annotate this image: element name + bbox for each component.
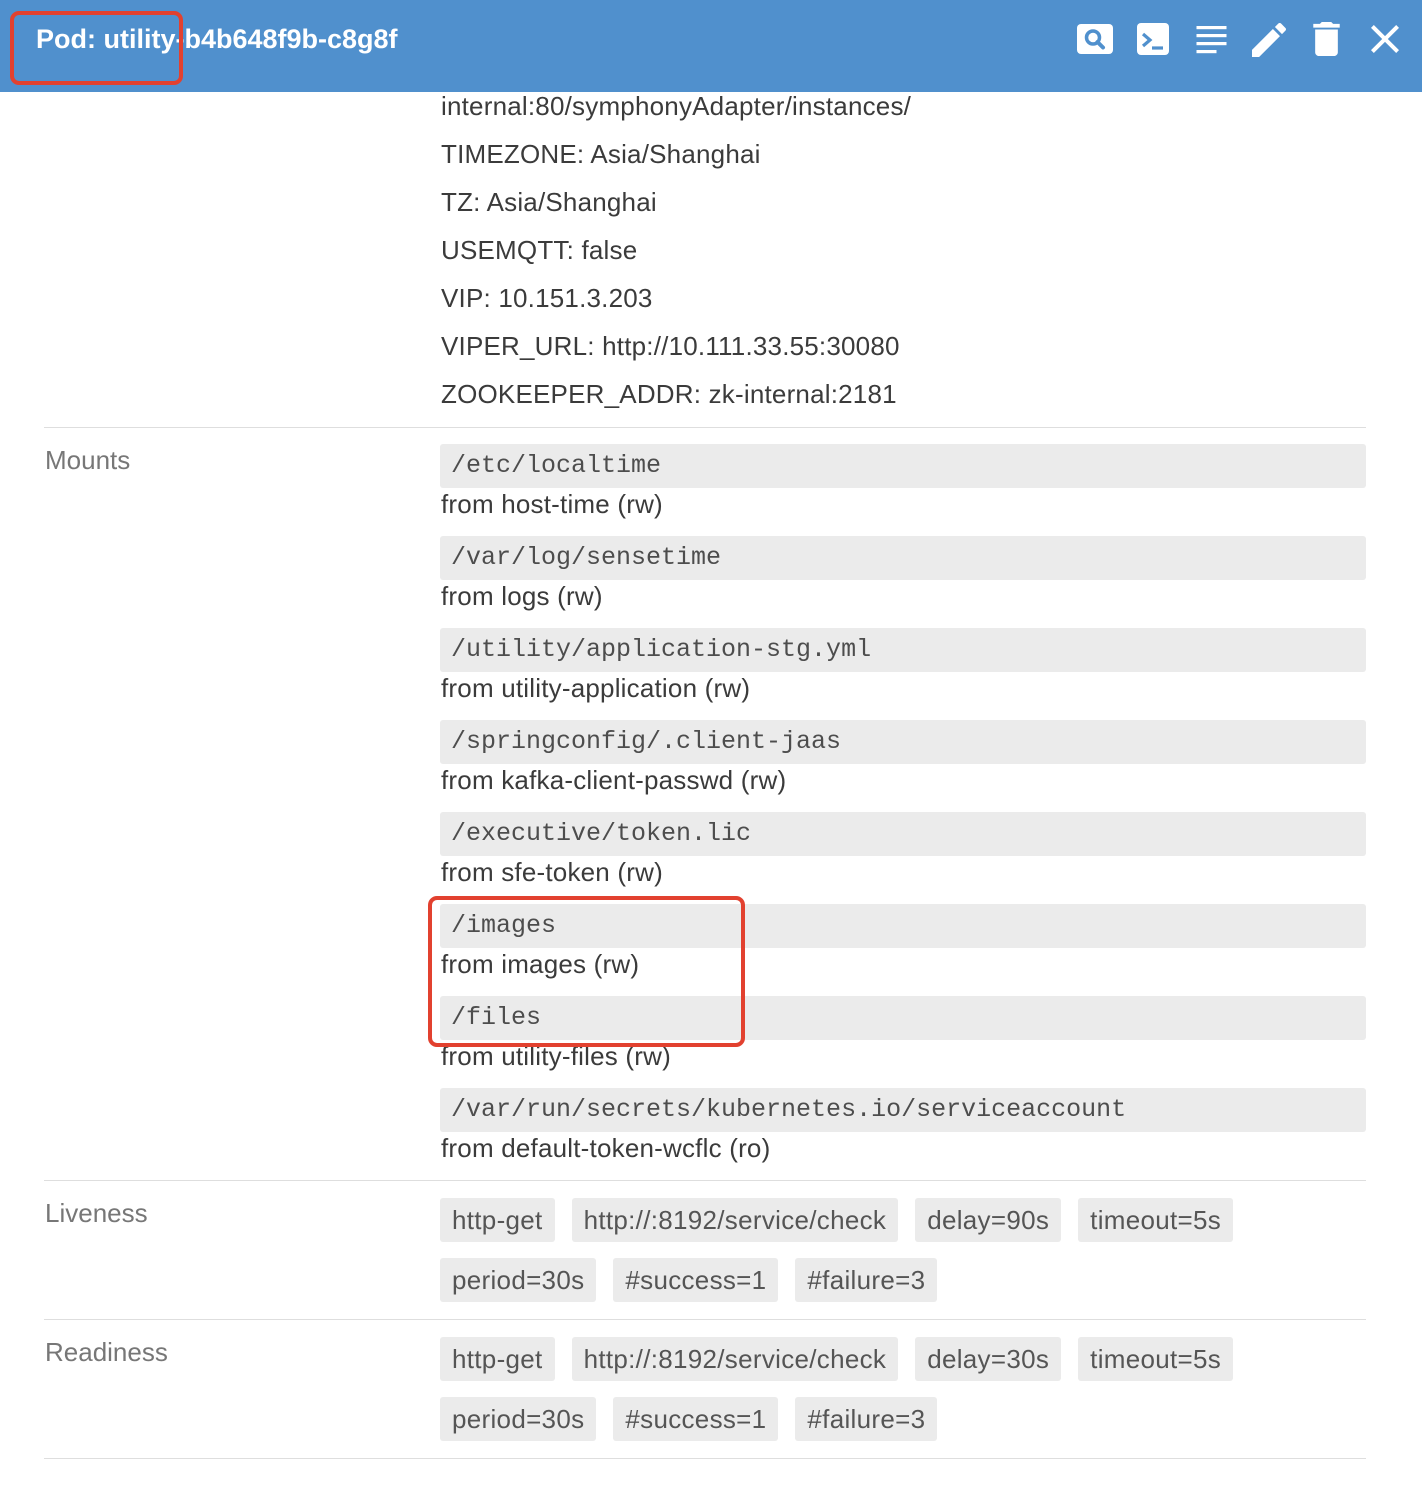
mount-item: /utility/application-stg.yml from utilit… bbox=[440, 628, 1366, 704]
mounts-section: Mounts /etc/localtime from host-time (rw… bbox=[44, 428, 1366, 1181]
readiness-success-chip: #success=1 bbox=[613, 1397, 779, 1441]
section-label-readiness: Readiness bbox=[45, 1337, 168, 1367]
mount-source: from utility-files (rw) bbox=[441, 1041, 671, 1071]
delete-button[interactable] bbox=[1313, 22, 1340, 56]
mount-item: /executive/token.lic from sfe-token (rw) bbox=[440, 812, 1366, 888]
mount-path: /files bbox=[440, 996, 1366, 1040]
env-var-line: USEMQTT: false bbox=[441, 235, 638, 265]
liveness-method-chip: http-get bbox=[440, 1198, 555, 1242]
readiness-chips: http-get http://:8192/service/check dela… bbox=[440, 1337, 1366, 1441]
readiness-url-chip: http://:8192/service/check bbox=[571, 1337, 899, 1381]
exec-shell-button[interactable] bbox=[1136, 22, 1170, 56]
readiness-timeout-chip: timeout=5s bbox=[1078, 1337, 1234, 1381]
readiness-delay-chip: delay=30s bbox=[915, 1337, 1062, 1381]
mount-source: from sfe-token (rw) bbox=[441, 857, 663, 887]
close-button[interactable] bbox=[1371, 25, 1399, 53]
liveness-failure-chip: #failure=3 bbox=[795, 1258, 938, 1302]
header-bar: Pod: utility-b4b648f9b-c8g8f bbox=[0, 0, 1422, 92]
pod-detail-content: internal:80/symphonyAdapter/instances/ T… bbox=[44, 82, 1366, 1459]
mount-source: from kafka-client-passwd (rw) bbox=[441, 765, 787, 795]
chip-row: period=30s #success=1 #failure=3 bbox=[440, 1258, 1366, 1302]
mount-item: /springconfig/.client-jaas from kafka-cl… bbox=[440, 720, 1366, 796]
mount-source: from host-time (rw) bbox=[441, 489, 663, 519]
liveness-section: Liveness http-get http://:8192/service/c… bbox=[44, 1181, 1366, 1320]
mount-path: /executive/token.lic bbox=[440, 812, 1366, 856]
env-var-line: VIP: 10.151.3.203 bbox=[441, 283, 653, 313]
readiness-failure-chip: #failure=3 bbox=[795, 1397, 938, 1441]
env-var-line: TIMEZONE: Asia/Shanghai bbox=[441, 139, 761, 169]
environment-section: internal:80/symphonyAdapter/instances/ T… bbox=[44, 82, 1366, 428]
mount-path: /var/run/secrets/kubernetes.io/serviceac… bbox=[440, 1088, 1366, 1132]
mount-item: /files from utility-files (rw) bbox=[440, 996, 1366, 1072]
readiness-section: Readiness http-get http://:8192/service/… bbox=[44, 1320, 1366, 1459]
liveness-period-chip: period=30s bbox=[440, 1258, 597, 1302]
readiness-period-chip: period=30s bbox=[440, 1397, 597, 1441]
mount-path: /var/log/sensetime bbox=[440, 536, 1366, 580]
mount-source: from default-token-wcflc (ro) bbox=[441, 1133, 771, 1163]
edit-icon bbox=[1252, 23, 1286, 57]
pod-title: Pod: utility-b4b648f9b-c8g8f bbox=[36, 24, 398, 54]
section-label-mounts: Mounts bbox=[45, 445, 131, 475]
readiness-method-chip: http-get bbox=[440, 1337, 555, 1381]
liveness-chips: http-get http://:8192/service/check dela… bbox=[440, 1198, 1366, 1302]
env-var-line: TZ: Asia/Shanghai bbox=[441, 187, 657, 217]
chip-row: http-get http://:8192/service/check dela… bbox=[440, 1337, 1366, 1381]
chip-row: period=30s #success=1 #failure=3 bbox=[440, 1397, 1366, 1441]
mount-item: /var/run/secrets/kubernetes.io/serviceac… bbox=[440, 1088, 1366, 1164]
mount-source: from logs (rw) bbox=[441, 581, 603, 611]
logs-icon bbox=[1196, 26, 1227, 54]
close-icon bbox=[1371, 25, 1399, 53]
search-button[interactable] bbox=[1076, 23, 1114, 55]
delete-icon bbox=[1313, 22, 1340, 56]
environment-values: internal:80/symphonyAdapter/instances/ T… bbox=[440, 82, 1366, 418]
mount-path: /springconfig/.client-jaas bbox=[440, 720, 1366, 764]
liveness-timeout-chip: timeout=5s bbox=[1078, 1198, 1234, 1242]
edit-button[interactable] bbox=[1252, 23, 1286, 57]
mounts-list: /etc/localtime from host-time (rw) /var/… bbox=[440, 444, 1366, 1164]
search-icon bbox=[1077, 24, 1113, 54]
mount-source: from utility-application (rw) bbox=[441, 673, 751, 703]
mount-source: from images (rw) bbox=[441, 949, 640, 979]
chip-row: http-get http://:8192/service/check dela… bbox=[440, 1198, 1366, 1242]
liveness-success-chip: #success=1 bbox=[613, 1258, 779, 1302]
mount-item: /var/log/sensetime from logs (rw) bbox=[440, 536, 1366, 612]
section-label-liveness: Liveness bbox=[45, 1198, 148, 1228]
mount-path: /utility/application-stg.yml bbox=[440, 628, 1366, 672]
liveness-url-chip: http://:8192/service/check bbox=[571, 1198, 899, 1242]
liveness-delay-chip: delay=90s bbox=[915, 1198, 1062, 1242]
env-var-line: VIPER_URL: http://10.111.33.55:30080 bbox=[441, 331, 900, 361]
terminal-icon bbox=[1137, 23, 1169, 55]
mount-item: /images from images (rw) bbox=[440, 904, 1366, 980]
mount-path: /images bbox=[440, 904, 1366, 948]
mount-path: /etc/localtime bbox=[440, 444, 1366, 488]
env-var-line: ZOOKEEPER_ADDR: zk-internal:2181 bbox=[441, 379, 897, 409]
mount-item: /etc/localtime from host-time (rw) bbox=[440, 444, 1366, 520]
logs-button[interactable] bbox=[1196, 25, 1227, 54]
